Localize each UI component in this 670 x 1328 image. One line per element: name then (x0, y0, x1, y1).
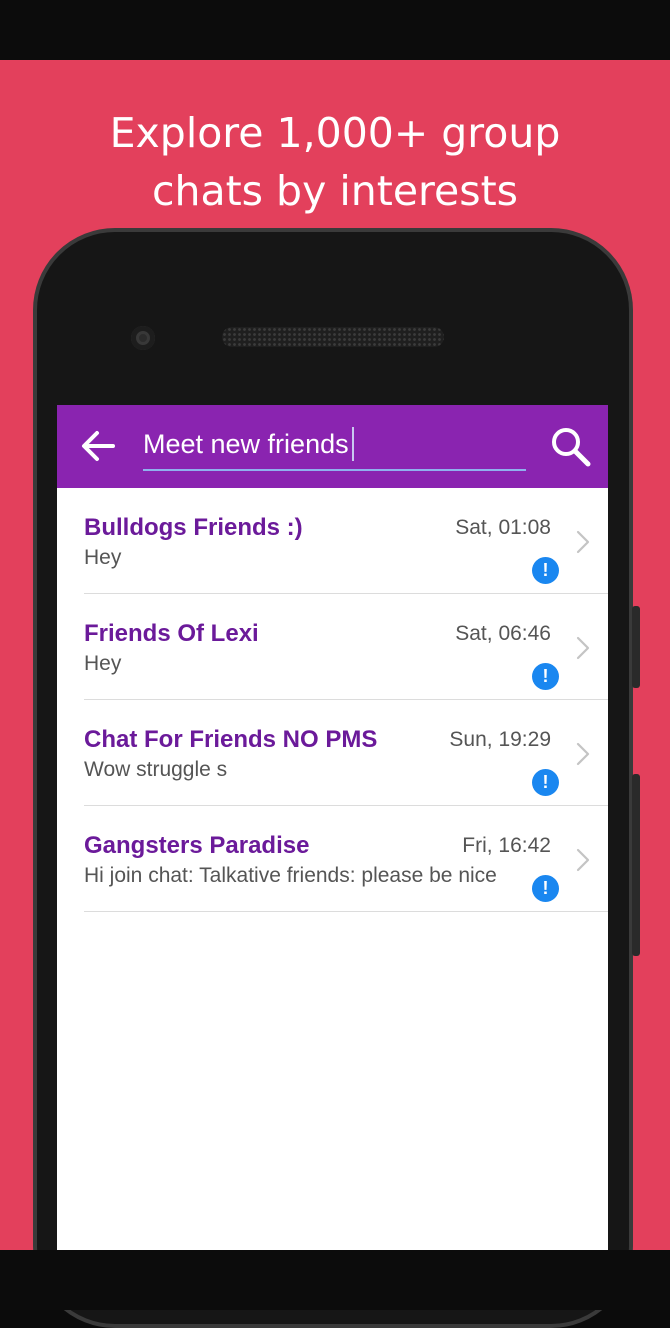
chat-list-item[interactable]: Bulldogs Friends :) Hey Sat, 01:08 ! (84, 488, 608, 594)
chat-list-item[interactable]: Chat For Friends NO PMS Wow struggle s S… (84, 700, 608, 806)
chat-list-item[interactable]: Gangsters Paradise Hi join chat: Talkati… (84, 806, 608, 912)
bottom-black-bar (0, 1250, 670, 1310)
chat-preview: Hey (84, 652, 122, 675)
chat-list-item[interactable]: Friends Of Lexi Hey Sat, 06:46 ! (84, 594, 608, 700)
promo-headline: Explore 1,000+ group chats by interests (0, 104, 670, 220)
chat-timestamp: Sat, 06:46 (455, 622, 551, 645)
unread-badge: ! (532, 769, 559, 796)
chat-timestamp: Sun, 19:29 (449, 728, 551, 751)
headline-line-2: chats by interests (151, 167, 519, 215)
headline-line-1: Explore 1,000+ group (109, 109, 561, 157)
search-icon (552, 428, 591, 467)
chat-timestamp: Fri, 16:42 (462, 834, 551, 857)
unread-badge: ! (532, 875, 559, 902)
back-button[interactable] (77, 425, 119, 467)
app-bar: Meet new friends (57, 405, 608, 488)
chat-preview: Wow struggle s (84, 758, 228, 781)
chat-preview: Hey (84, 546, 122, 569)
search-input[interactable]: Meet new friends (143, 423, 526, 471)
search-input-value: Meet new friends (143, 429, 349, 459)
chat-title: Chat For Friends NO PMS (84, 726, 378, 753)
chat-list: Bulldogs Friends :) Hey Sat, 01:08 ! Fri… (57, 488, 608, 912)
search-button[interactable] (549, 425, 593, 469)
phone-screen: Meet new friends Bulldogs Friends :) Hey… (57, 405, 608, 1250)
unread-badge: ! (532, 557, 559, 584)
chevron-right-icon (576, 848, 590, 872)
unread-badge: ! (532, 663, 559, 690)
chat-title: Gangsters Paradise (84, 832, 310, 859)
chevron-right-icon (576, 742, 590, 766)
phone-speaker-grille (222, 327, 444, 347)
text-caret (351, 426, 354, 461)
chevron-right-icon (576, 530, 590, 554)
top-black-bar (0, 0, 670, 60)
chat-timestamp: Sat, 01:08 (455, 516, 551, 539)
phone-side-button (632, 606, 640, 688)
chat-preview: Hi join chat: Talkative friends: please … (84, 864, 497, 887)
chat-title: Bulldogs Friends :) (84, 514, 303, 541)
chevron-right-icon (576, 636, 590, 660)
front-camera (131, 326, 155, 350)
chat-title: Friends Of Lexi (84, 620, 259, 647)
phone-side-button (632, 774, 640, 956)
arrow-left-icon (82, 431, 115, 461)
